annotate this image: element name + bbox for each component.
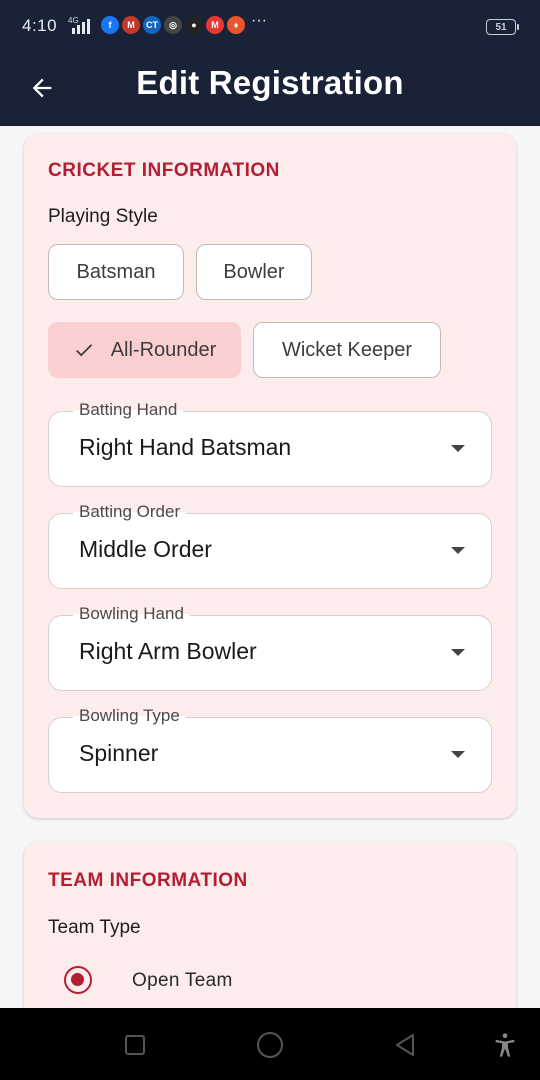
chip-all-rounder[interactable]: All-Rounder: [48, 322, 241, 378]
chip-batsman[interactable]: Batsman: [48, 244, 184, 300]
chip-label: All-Rounder: [110, 338, 217, 361]
chip-label: Batsman: [76, 260, 156, 283]
app-icon-circle: ◎: [164, 16, 182, 34]
radio-open-team[interactable]: Open Team: [48, 960, 468, 1000]
field-value: Spinner: [79, 740, 159, 766]
check-icon: [75, 344, 92, 357]
status-bar: 4:10 4G f M CT ◎ ● M ♦ ··· 51: [0, 0, 540, 56]
app-icon-orange: ♦: [227, 16, 245, 34]
field-value: Middle Order: [79, 536, 212, 562]
batting-order-dropdown[interactable]: Batting Order Middle Order: [48, 502, 492, 589]
notification-icons: f M CT ◎ ● M ♦: [101, 16, 245, 34]
field-value: Right Arm Bowler: [79, 638, 257, 664]
bowling-hand-dropdown[interactable]: Bowling Hand Right Arm Bowler: [48, 604, 492, 691]
system-nav-bar: [0, 1008, 540, 1080]
page-title: Edit Registration: [136, 64, 404, 101]
square-icon: [125, 1035, 145, 1055]
team-section-title: TEAM INFORMATION: [48, 870, 248, 891]
battery-level: 51: [495, 21, 507, 33]
field-label: Bowling Type: [73, 706, 186, 726]
chip-wicket-keeper[interactable]: Wicket Keeper: [253, 322, 441, 378]
more-notifications-icon: ···: [251, 12, 267, 29]
app-bar: Edit Registration: [0, 56, 540, 126]
accessibility-icon: [495, 1033, 515, 1057]
field-label: Batting Hand: [73, 400, 184, 420]
chip-label: Wicket Keeper: [281, 338, 413, 361]
team-type-label: Team Type: [48, 917, 141, 938]
signal-icon: [72, 19, 90, 34]
dropdown-arrow-icon: [451, 751, 465, 758]
chip-label: Bowler: [223, 260, 285, 283]
field-label: Batting Order: [73, 502, 187, 522]
field-value: Right Hand Batsman: [79, 434, 292, 460]
batting-hand-dropdown[interactable]: Batting Hand Right Hand Batsman: [48, 400, 492, 487]
app-icon-m2: M: [206, 16, 224, 34]
chip-bowler[interactable]: Bowler: [196, 244, 312, 300]
app-icon-m1: M: [122, 16, 140, 34]
cricket-section-title: CRICKET INFORMATION: [48, 160, 280, 181]
cricket-information-card: CRICKET INFORMATION Playing Style Batsma…: [24, 134, 516, 818]
home-button[interactable]: [255, 1030, 285, 1060]
dropdown-arrow-icon: [451, 445, 465, 452]
radio-label: Open Team: [132, 970, 233, 991]
back-nav-button[interactable]: [390, 1030, 420, 1060]
playing-style-label: Playing Style: [48, 206, 158, 227]
triangle-back-icon: [396, 1034, 414, 1056]
field-label: Bowling Hand: [73, 604, 190, 624]
accessibility-button[interactable]: [490, 1030, 520, 1060]
facebook-icon: f: [101, 16, 119, 34]
bowling-type-dropdown[interactable]: Bowling Type Spinner: [48, 706, 492, 793]
ct-icon: CT: [143, 16, 161, 34]
circle-icon: [257, 1032, 283, 1058]
status-time: 4:10: [22, 16, 58, 35]
battery-icon: 51: [486, 19, 519, 35]
dropdown-arrow-icon: [451, 547, 465, 554]
dropdown-arrow-icon: [451, 649, 465, 656]
radio-selected-icon[interactable]: [64, 966, 92, 994]
recent-apps-button[interactable]: [120, 1030, 150, 1060]
app-icon-dot: ●: [185, 16, 203, 34]
